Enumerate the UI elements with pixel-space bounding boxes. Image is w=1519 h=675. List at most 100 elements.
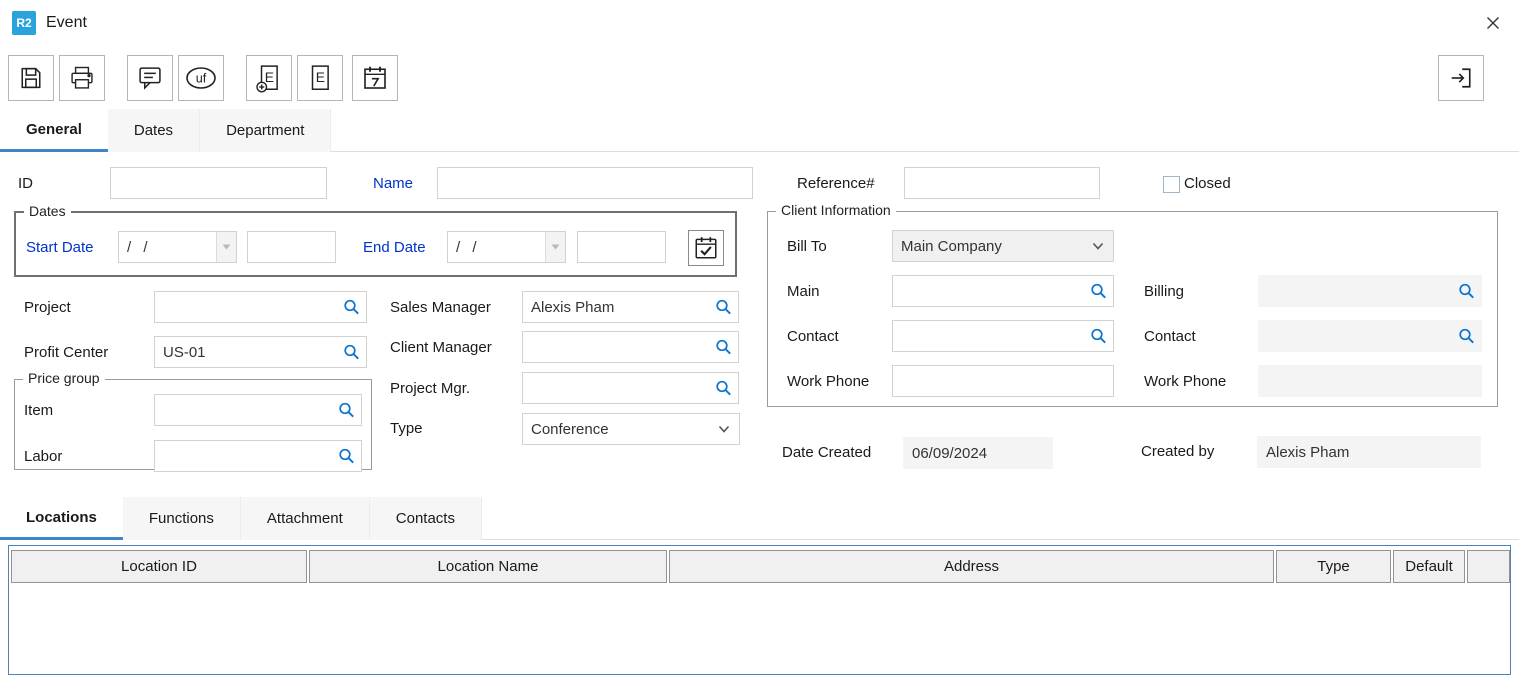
tab-attachment[interactable]: Attachment [241, 497, 370, 540]
event-button[interactable]: E [297, 55, 343, 101]
closed-checkbox[interactable] [1163, 176, 1180, 193]
user-fields-icon: uf [185, 62, 217, 94]
main-label: Main [787, 283, 820, 300]
app-logo: R2 [12, 11, 36, 35]
billing-field[interactable] [1258, 275, 1482, 307]
close-icon [1485, 15, 1501, 31]
calendar-button[interactable] [352, 55, 398, 101]
start-date-dropdown[interactable] [216, 232, 236, 262]
work-phone-right-label: Work Phone [1144, 373, 1226, 390]
column-header-location-name[interactable]: Location Name [309, 550, 667, 583]
svg-text:uf: uf [196, 72, 207, 86]
bill-to-select[interactable]: Main Company [892, 230, 1114, 262]
tab-locations[interactable]: Locations [0, 497, 123, 540]
start-date-label: Start Date [26, 239, 94, 256]
exit-button[interactable] [1438, 55, 1484, 101]
date-picker-button[interactable] [688, 230, 724, 266]
sales-manager-input[interactable]: Alexis Pham [522, 291, 739, 323]
sales-manager-label: Sales Manager [390, 299, 491, 316]
created-by-label: Created by [1141, 443, 1214, 460]
type-select[interactable]: Conference [522, 413, 740, 445]
work-phone-right-field [1258, 365, 1482, 397]
billing-label: Billing [1144, 283, 1184, 300]
chevron-down-icon [222, 244, 231, 250]
date-created-label: Date Created [782, 444, 871, 461]
search-icon[interactable] [343, 344, 360, 361]
search-icon[interactable] [343, 299, 360, 316]
type-label: Type [390, 420, 423, 437]
client-manager-input[interactable] [522, 331, 739, 363]
end-date-label: End Date [363, 239, 426, 256]
contact-left-input[interactable] [892, 320, 1114, 352]
reference-input[interactable] [904, 167, 1100, 199]
note-button[interactable] [127, 55, 173, 101]
column-header-type[interactable]: Type [1276, 550, 1391, 583]
locations-table: Location ID Location Name Address Type D… [8, 545, 1511, 675]
work-phone-left-input[interactable] [892, 365, 1114, 397]
event-add-icon: E [254, 63, 284, 93]
note-icon [136, 64, 164, 92]
end-time-input[interactable] [577, 231, 666, 263]
event-add-button[interactable]: E [246, 55, 292, 101]
contact-right-label: Contact [1144, 328, 1196, 345]
tab-department[interactable]: Department [200, 109, 331, 152]
search-icon[interactable] [1458, 328, 1475, 345]
labor-label: Labor [24, 448, 62, 465]
save-button[interactable] [8, 55, 54, 101]
profit-center-input[interactable]: US-01 [154, 336, 367, 368]
item-input[interactable] [154, 394, 362, 426]
project-mgr-input[interactable] [522, 372, 739, 404]
print-button[interactable] [59, 55, 105, 101]
search-icon[interactable] [1090, 328, 1107, 345]
main-input[interactable] [892, 275, 1114, 307]
client-info-title: Client Information [776, 202, 896, 218]
created-by-value: Alexis Pham [1257, 436, 1481, 468]
labor-input[interactable] [154, 440, 362, 472]
id-input[interactable] [110, 167, 327, 199]
calendar-icon [360, 63, 390, 93]
end-date-input[interactable]: / / [447, 231, 566, 263]
project-mgr-label: Project Mgr. [390, 380, 470, 397]
column-header-address[interactable]: Address [669, 550, 1274, 583]
search-icon[interactable] [715, 380, 732, 397]
chevron-down-icon [718, 425, 730, 433]
column-header-default[interactable]: Default [1393, 550, 1465, 583]
exit-icon [1447, 64, 1475, 92]
project-label: Project [24, 299, 71, 316]
price-group-title: Price group [23, 370, 105, 386]
search-icon[interactable] [338, 448, 355, 465]
calendar-check-icon [693, 235, 719, 261]
tab-general[interactable]: General [0, 109, 108, 152]
svg-text:E: E [316, 70, 325, 85]
reference-label: Reference# [797, 175, 875, 192]
id-label: ID [18, 175, 33, 192]
contact-right-field[interactable] [1258, 320, 1482, 352]
end-date-dropdown[interactable] [545, 232, 565, 262]
name-label: Name [373, 175, 413, 192]
column-header-filler [1467, 550, 1510, 583]
search-icon[interactable] [1458, 283, 1475, 300]
search-icon[interactable] [715, 299, 732, 316]
start-time-input[interactable] [247, 231, 336, 263]
user-fields-button[interactable]: uf [178, 55, 224, 101]
svg-text:E: E [265, 70, 274, 85]
tab-dates[interactable]: Dates [108, 109, 200, 152]
table-header-row: Location ID Location Name Address Type D… [11, 550, 1510, 583]
client-manager-label: Client Manager [390, 339, 492, 356]
project-input[interactable] [154, 291, 367, 323]
print-icon [68, 64, 96, 92]
search-icon[interactable] [338, 402, 355, 419]
tab-functions[interactable]: Functions [123, 497, 241, 540]
name-input[interactable] [437, 167, 753, 199]
chevron-down-icon [551, 244, 560, 250]
start-date-input[interactable]: / / [118, 231, 237, 263]
closed-label: Closed [1184, 175, 1231, 192]
column-header-location-id[interactable]: Location ID [11, 550, 307, 583]
window-title: Event [46, 14, 87, 32]
close-button[interactable] [1474, 8, 1512, 38]
dates-group-title: Dates [24, 203, 71, 219]
search-icon[interactable] [1090, 283, 1107, 300]
bill-to-label: Bill To [787, 238, 827, 255]
tab-contacts[interactable]: Contacts [370, 497, 482, 540]
search-icon[interactable] [715, 339, 732, 356]
